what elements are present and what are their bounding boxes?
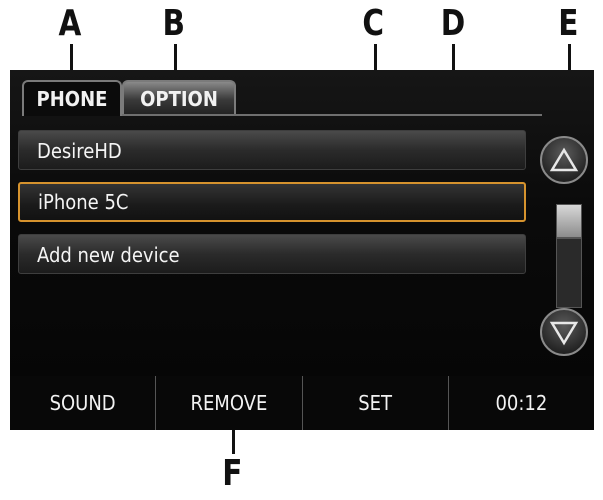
head-unit-screen: PHONE OPTION DesireHD iPhone 5C Add new … bbox=[10, 70, 594, 430]
scroll-down-button[interactable] bbox=[540, 308, 588, 356]
triangle-down-icon bbox=[549, 321, 579, 346]
set-button[interactable]: SET bbox=[301, 376, 448, 430]
scrollbar-track[interactable] bbox=[556, 204, 582, 308]
bottom-bar: SOUND REMOVE SET 00:12 bbox=[10, 376, 594, 430]
callout-e: E bbox=[558, 3, 579, 44]
callout-f: F bbox=[222, 453, 243, 494]
device-row-iphone-5c[interactable]: iPhone 5C bbox=[18, 182, 526, 222]
clock-display: 00:12 bbox=[447, 376, 594, 430]
scroll-up-button[interactable] bbox=[540, 136, 588, 184]
tab-phone[interactable]: PHONE bbox=[22, 80, 122, 116]
sound-button[interactable]: SOUND bbox=[10, 376, 156, 430]
tab-option[interactable]: OPTION bbox=[122, 80, 236, 114]
callout-a: A bbox=[58, 3, 82, 44]
scrollbar-thumb[interactable] bbox=[557, 205, 581, 239]
callout-c: C bbox=[362, 3, 385, 44]
callout-d: D bbox=[440, 3, 466, 44]
device-row-desirehd[interactable]: DesireHD bbox=[18, 130, 526, 170]
callout-b: B bbox=[162, 3, 185, 44]
triangle-up-icon bbox=[549, 147, 579, 172]
remove-button[interactable]: REMOVE bbox=[155, 376, 302, 430]
add-new-device-button[interactable]: Add new device bbox=[18, 234, 526, 274]
